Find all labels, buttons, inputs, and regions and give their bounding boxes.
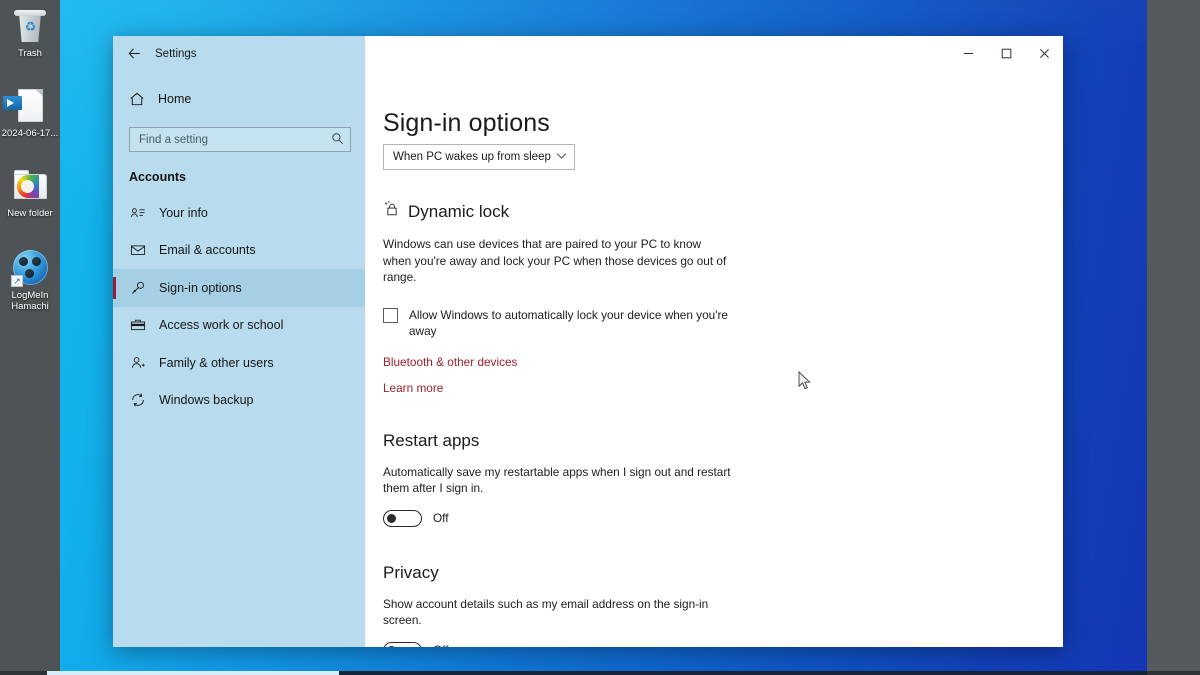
sidebar-search-wrap [113,117,365,152]
desktop-icon-label: Trash [18,48,42,59]
sidebar-item-family-other-users[interactable]: Family & other users [113,344,365,382]
envelope-icon [129,242,146,258]
chevron-down-icon [556,152,567,162]
desktop-icon-logmein-hamachi[interactable]: ↗ LogMeIn Hamachi [0,248,60,312]
checkbox-label: Allow Windows to automatically lock your… [409,307,728,339]
trash-icon: ♻ [0,6,60,46]
section-heading-dynamic-lock: Dynamic lock [383,200,1063,223]
person-plus-icon [129,355,146,371]
section-title-restart-apps: Restart apps [383,430,480,450]
settings-content-pane: Sign-in options When PC wakes up from sl… [365,71,1063,647]
minimize-button[interactable] [949,36,987,71]
taskbar-light-segment [47,671,339,675]
sidebar-item-windows-backup[interactable]: Windows backup [113,382,365,420]
page-title: Sign-in options [383,109,550,137]
video-file-icon [0,86,60,126]
dynamic-lock-checkbox-row[interactable]: Allow Windows to automatically lock your… [383,307,743,340]
search-input[interactable] [139,133,331,146]
window-titlebar[interactable]: Settings [113,36,1063,71]
hamachi-disc-icon: ↗ [0,248,60,288]
section-paragraph: Automatically save my restartable apps w… [383,464,731,496]
window-controls [949,36,1063,71]
sidebar-item-home[interactable]: Home [113,81,365,117]
sidebar-item-label: Windows backup [159,393,254,408]
desktop-icon-video-file[interactable]: 2024-06-17... [0,86,60,139]
restart-apps-toggle[interactable] [383,509,422,527]
link-learn-more[interactable]: Learn more [383,381,1063,395]
settings-sidebar: Home Accounts [113,71,365,647]
sidebar-item-email-accounts[interactable]: Email & accounts [113,232,365,270]
pictures-folder-icon [0,166,60,206]
desktop-icon-trash[interactable]: ♻ Trash [0,6,60,59]
briefcase-icon [129,317,146,333]
dynamic-lock-checkbox[interactable] [383,307,398,323]
home-icon [129,91,145,107]
desktop-right-band [1147,0,1200,675]
sidebar-item-label: Your info [159,205,208,220]
window-title: Settings [155,47,197,60]
window-body: Home Accounts [113,71,1063,647]
close-button[interactable] [1025,36,1063,71]
titlebar-left-region: Settings [113,36,365,71]
privacy-toggle-row[interactable]: Off [383,641,1063,647]
desktop-icon-label: LogMeIn Hamachi [11,290,49,312]
sidebar-item-your-info[interactable]: Your info [113,194,365,232]
section-title: Dynamic lock [408,201,510,221]
search-icon[interactable] [331,132,344,148]
person-card-icon [129,205,146,221]
desktop: ♻ Trash 2024-06-17... New folder ↗ LogMe… [0,0,1200,675]
section-title-privacy: Privacy [383,562,439,582]
taskbar-edge[interactable] [0,671,1200,675]
sidebar-item-label: Email & accounts [159,243,256,258]
desktop-icon-label: New folder [7,208,53,219]
desktop-icon-new-folder[interactable]: New folder [0,166,60,219]
titlebar-drag-area[interactable] [365,36,949,71]
sidebar-item-sign-in-options[interactable]: Sign-in options [113,269,365,307]
dynamic-lock-icon [383,200,401,223]
toggle-state-label: Off [433,643,449,647]
sidebar-item-label: Family & other users [159,355,274,370]
section-paragraph: Windows can use devices that are paired … [383,237,727,284]
link-bluetooth-other-devices[interactable]: Bluetooth & other devices [383,355,1063,369]
taskbar-dark-segment [339,671,1147,675]
restart-apps-toggle-row[interactable]: Off [383,509,1063,527]
sidebar-item-label: Sign-in options [159,280,242,295]
maximize-button[interactable] [987,36,1025,71]
key-icon [129,280,146,296]
search-box[interactable] [129,127,351,152]
dropdown-value: When PC wakes up from sleep [393,151,551,163]
desktop-icon-label: 2024-06-17... [1,128,59,139]
sidebar-group-title: Accounts [129,170,186,184]
mouse-cursor [798,370,812,391]
privacy-show-details-toggle[interactable] [383,641,422,647]
back-arrow-icon[interactable] [113,36,155,71]
section-paragraph: Show account details such as my email ad… [383,596,709,628]
require-signin-dropdown[interactable]: When PC wakes up from sleep [383,144,575,170]
sidebar-item-label: Home [158,92,192,106]
settings-window: Settings Home Find a setting Accounts Yo… [113,36,1063,647]
sidebar-item-access-work-or-school[interactable]: Access work or school [113,307,365,345]
sync-refresh-icon [129,392,146,408]
sidebar-item-label: Access work or school [159,318,284,333]
toggle-state-label: Off [433,511,449,525]
shortcut-arrow-icon: ↗ [11,275,23,287]
